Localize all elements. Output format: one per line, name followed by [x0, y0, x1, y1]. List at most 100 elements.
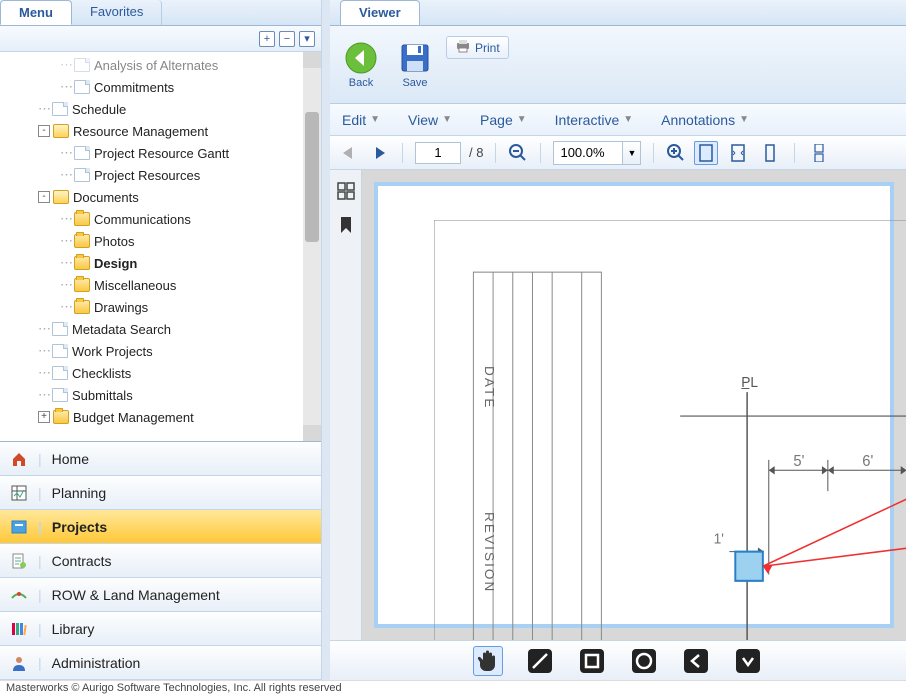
menu-interactive[interactable]: Interactive▼ — [555, 112, 634, 128]
tree-node-submittals[interactable]: ⋯Submittals — [4, 384, 321, 406]
file-icon — [74, 146, 90, 160]
zoom-input[interactable] — [553, 141, 623, 165]
tree-label: Work Projects — [72, 344, 153, 359]
projects-icon — [10, 518, 28, 536]
expand-all-button[interactable]: + — [259, 31, 275, 47]
thumbnails-button[interactable] — [335, 180, 357, 202]
svg-text:DATE: DATE — [482, 366, 497, 409]
tree-label: Commitments — [94, 80, 174, 95]
file-icon — [52, 366, 68, 380]
tree-node-work-projects[interactable]: ⋯Work Projects — [4, 340, 321, 362]
tab-menu[interactable]: Menu — [0, 0, 72, 25]
tree-toggle[interactable]: - — [38, 125, 50, 137]
back-button[interactable]: Back — [338, 39, 384, 91]
nav-item-administration[interactable]: |Administration — [0, 646, 321, 680]
tree-node-drawings[interactable]: ⋯Drawings — [4, 296, 321, 318]
tree-scrollbar[interactable] — [303, 52, 321, 441]
tree-node-metadata-search[interactable]: ⋯Metadata Search — [4, 318, 321, 340]
zoom-dropdown-button[interactable]: ▼ — [623, 141, 641, 165]
page-total-label: / 8 — [469, 145, 483, 160]
nav-item-library[interactable]: |Library — [0, 612, 321, 646]
planning-icon — [10, 484, 28, 502]
tab-viewer[interactable]: Viewer — [340, 0, 420, 25]
menu-edit[interactable]: Edit▼ — [342, 112, 380, 128]
file-icon — [52, 388, 68, 402]
scroll-thumb[interactable] — [305, 112, 319, 242]
tree-node-project-resource-gantt[interactable]: ⋯Project Resource Gantt — [4, 142, 321, 164]
nav-item-projects[interactable]: |Projects — [0, 510, 321, 544]
nav-label: Administration — [52, 655, 141, 671]
viewer-canvas[interactable]: DATE REVISION P̲L — [362, 170, 906, 640]
row-icon — [10, 586, 28, 604]
tree-label: Schedule — [72, 102, 126, 117]
library-icon — [10, 620, 28, 638]
back-label: Back — [349, 77, 373, 89]
splitter[interactable] — [322, 0, 330, 680]
nav-label: ROW & Land Management — [52, 587, 220, 603]
home-icon — [10, 450, 28, 468]
nav-item-home[interactable]: |Home — [0, 442, 321, 476]
tree-node-commitments[interactable]: ⋯Commitments — [4, 76, 321, 98]
line-tool-button[interactable] — [525, 646, 555, 676]
svg-text:1': 1' — [714, 531, 724, 547]
tree-label: Project Resource Gantt — [94, 146, 229, 161]
single-page-button[interactable] — [758, 141, 782, 165]
nav-label: Projects — [52, 519, 107, 535]
zoom-out-button[interactable] — [508, 143, 528, 163]
menu-page[interactable]: Page▼ — [480, 112, 527, 128]
tree-node-miscellaneous[interactable]: ⋯Miscellaneous — [4, 274, 321, 296]
next-page-button[interactable] — [368, 144, 390, 162]
tree-node-budget-management[interactable]: +Budget Management — [4, 406, 321, 428]
printer-icon — [455, 39, 471, 56]
tree-node-resource-management[interactable]: -Resource Management — [4, 120, 321, 142]
chevron-down-icon: ▼ — [370, 114, 380, 125]
tree-label: Drawings — [94, 300, 148, 315]
nav-item-contracts[interactable]: |Contracts — [0, 544, 321, 578]
nav-item-row-land-management[interactable]: |ROW & Land Management — [0, 578, 321, 612]
tree-node-schedule[interactable]: ⋯Schedule — [4, 98, 321, 120]
arrow-left-tool-button[interactable] — [681, 646, 711, 676]
ribbon: Back Save Print — [330, 26, 906, 104]
page-number-input[interactable] — [415, 142, 461, 164]
pan-tool-button[interactable] — [473, 646, 503, 676]
nav-item-planning[interactable]: |Planning — [0, 476, 321, 510]
tree-node-analysis-of-alternates[interactable]: ⋯Analysis of Alternates — [4, 54, 321, 76]
print-button[interactable]: Print — [446, 36, 509, 59]
prev-page-button[interactable] — [338, 144, 360, 162]
continuous-page-button[interactable] — [807, 141, 831, 165]
tree-options-button[interactable]: ▾ — [299, 31, 315, 47]
tree-label: Checklists — [72, 366, 131, 381]
tree-toggle[interactable]: + — [38, 411, 50, 423]
zoom-in-button[interactable] — [666, 143, 686, 163]
folder-icon — [74, 256, 90, 270]
tab-favorites[interactable]: Favorites — [72, 0, 162, 25]
tree-toggle[interactable]: - — [38, 191, 50, 203]
rectangle-tool-button[interactable] — [577, 646, 607, 676]
menu-view[interactable]: View▼ — [408, 112, 452, 128]
menu-annotations[interactable]: Annotations▼ — [661, 112, 749, 128]
bookmarks-button[interactable] — [335, 214, 357, 236]
circle-tool-button[interactable] — [629, 646, 659, 676]
tree-toolbar: + − ▾ — [0, 26, 321, 52]
menubar: Edit▼ View▼ Page▼ Interactive▼ Annotations▼ — [330, 104, 906, 136]
arrow-down-tool-button[interactable] — [733, 646, 763, 676]
tree-node-checklists[interactable]: ⋯Checklists — [4, 362, 321, 384]
tree-node-communications[interactable]: ⋯Communications — [4, 208, 321, 230]
scroll-down-button[interactable] — [303, 425, 321, 441]
viewer-toolbar: / 8 ▼ — [330, 136, 906, 170]
tree-label: Miscellaneous — [94, 278, 176, 293]
tree-node-design[interactable]: ⋯Design — [4, 252, 321, 274]
folder-open-icon — [53, 190, 69, 204]
collapse-all-button[interactable]: − — [279, 31, 295, 47]
save-button[interactable]: Save — [392, 39, 438, 91]
tree-node-project-resources[interactable]: ⋯Project Resources — [4, 164, 321, 186]
scroll-up-button[interactable] — [303, 52, 321, 68]
tree-node-documents[interactable]: -Documents — [4, 186, 321, 208]
save-disk-icon — [398, 41, 432, 75]
fit-page-button[interactable] — [694, 141, 718, 165]
fit-width-button[interactable] — [726, 141, 750, 165]
folder-icon — [74, 300, 90, 314]
file-icon — [74, 80, 90, 94]
tree-label: Communications — [94, 212, 191, 227]
tree-node-photos[interactable]: ⋯Photos — [4, 230, 321, 252]
